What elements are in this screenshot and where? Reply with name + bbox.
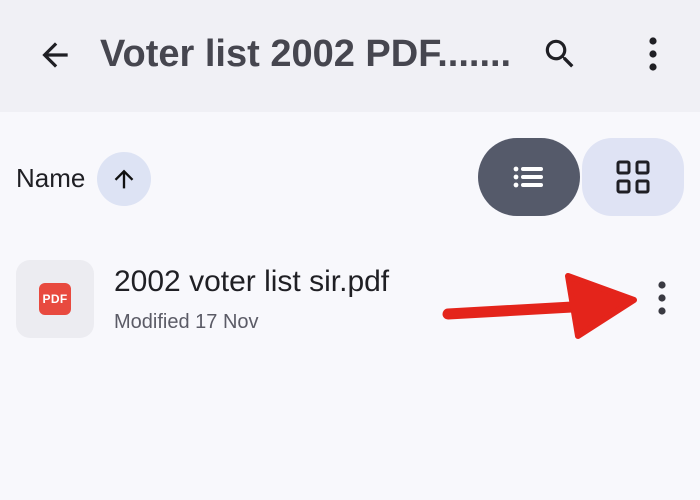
sort-direction-button[interactable] [97,152,151,206]
files-screen: Voter list 2002 PDF....... Name PDF 2002… [0,0,700,500]
file-thumbnail: PDF [16,260,94,338]
file-modified-date: Modified 17 Nov [114,308,259,336]
sort-toolbar: Name [0,120,700,230]
list-view-button[interactable] [478,138,580,216]
file-name: 2002 voter list sir.pdf [114,265,390,298]
modified-date-value: 17 Nov [195,311,259,333]
sort-label[interactable]: Name [16,160,85,196]
file-list-item[interactable]: PDF 2002 voter list sir.pdf Modified 17 … [0,240,700,352]
page-title: Voter list 2002 PDF....... [100,33,512,75]
grid-icon [616,160,650,194]
list-icon [513,166,543,188]
grid-view-button[interactable] [582,138,684,216]
more-vertical-icon [649,37,657,71]
search-icon [545,39,574,68]
more-vertical-icon [658,281,666,315]
arrow-left-icon [42,42,68,68]
back-button[interactable] [28,28,82,82]
arrow-up-icon [114,169,134,189]
modified-label: Modified [114,311,190,333]
search-button[interactable] [532,26,588,82]
pdf-file-icon: PDF [39,283,71,315]
more-options-button[interactable] [626,26,680,82]
top-app-bar: Voter list 2002 PDF....... [0,0,700,112]
file-more-button[interactable] [640,272,684,324]
